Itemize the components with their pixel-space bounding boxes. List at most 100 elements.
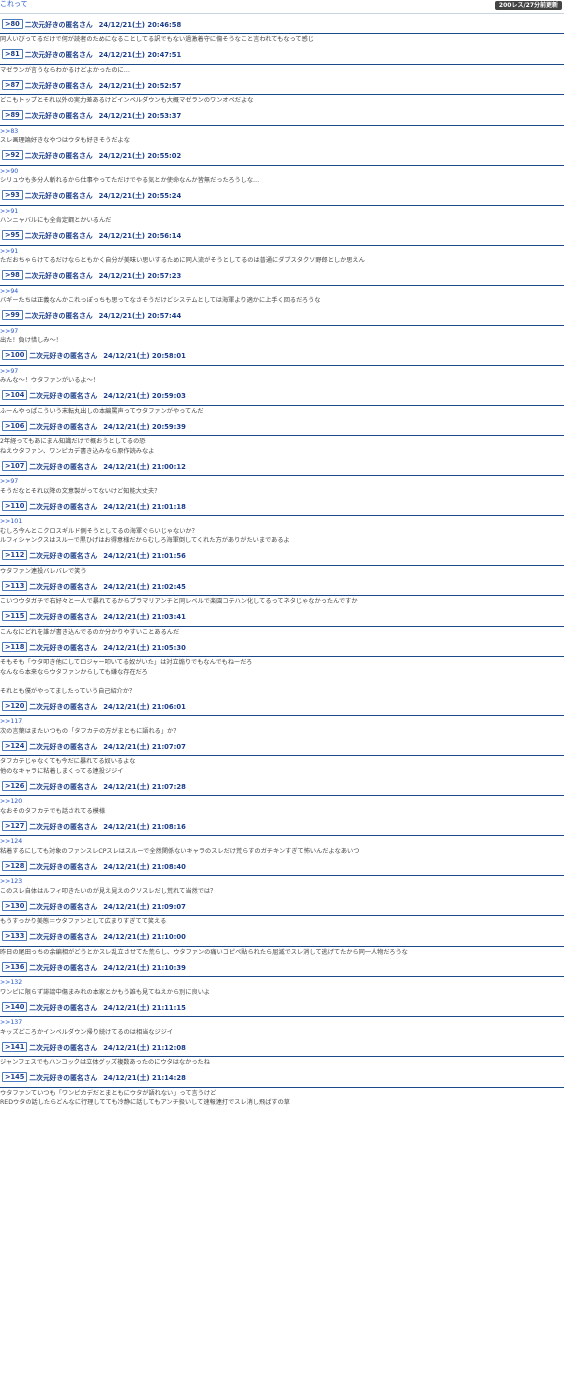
post-body: 同人いびってるだけで何が読者のためになることしてる訳でもない過激着守に傷そうなこ… <box>0 34 564 45</box>
post-number-link[interactable]: >93 <box>2 190 23 200</box>
post-header: >98 二次元好きの匿名さん 24/12/21(土) 20:57:23 <box>0 266 564 286</box>
post-number-link[interactable]: >112 <box>2 550 28 560</box>
post-number-link[interactable]: >92 <box>2 150 23 160</box>
reply-anchor-link[interactable]: >>117 <box>0 717 564 727</box>
post-number-link[interactable]: >99 <box>2 310 23 320</box>
post-number-link[interactable]: >98 <box>2 270 23 280</box>
post-header: >145 二次元好きの匿名さん 24/12/21(土) 21:14:28 <box>0 1068 564 1088</box>
post-body: >>91 ハンニャバルにも全肯定鋼とかいるんだ <box>0 206 564 226</box>
reply-anchor-link[interactable]: >>137 <box>0 1018 564 1028</box>
post-text-line: タフカテじゃなくても今だに暴れてる奴いるよな <box>0 758 136 765</box>
post-body: もうすっかり美態＝ウタファンとして広まりすぎてて笑える <box>0 916 564 927</box>
post-body: 2年経ってもあにまん知識だけで概おうとしてるの恐 ねえウタファン、ワンピカデ書き込… <box>0 436 564 456</box>
post-number-link[interactable]: >124 <box>2 740 28 751</box>
post-text-line: バギーたちは正義なんかこれっぽっちも思ってなさそうだけどシステムとしては海軍より… <box>0 297 321 304</box>
post-body: >>83 スレ画理論好きなやつはウタも好きそうだよな <box>0 126 564 146</box>
reply-anchor-link[interactable]: >>123 <box>0 877 564 887</box>
post-number-link[interactable]: >107 <box>2 460 28 471</box>
poster-name: 二次元好きの匿名さん <box>24 272 93 280</box>
post: >100 二次元好きの匿名さん 24/12/21(土) 20:58:01 >>97 みん… <box>0 346 564 386</box>
post-number-link[interactable]: >110 <box>2 500 28 511</box>
post-timestamp: 24/12/21(土) 20:55:24 <box>98 192 182 200</box>
poster-name: 二次元好きの匿名さん <box>29 1074 98 1082</box>
poster-name: 二次元好きの匿名さん <box>29 902 98 911</box>
reply-anchor-link[interactable]: >>97 <box>0 367 564 377</box>
post: >93 二次元好きの匿名さん 24/12/21(土) 20:55:24 >>91 ハンニ… <box>0 186 564 226</box>
poster-name: 二次元好きの匿名さん <box>24 312 93 320</box>
post-number-link[interactable]: >95 <box>2 230 23 240</box>
reply-anchor-link[interactable]: >>101 <box>0 517 564 527</box>
post-number-link[interactable]: >140 <box>2 1001 28 1012</box>
post: >127 二次元好きの匿名さん 24/12/21(土) 21:08:16 >>124 粘… <box>0 816 564 856</box>
post: >136 二次元好きの匿名さん 24/12/21(土) 21:10:39 >>132 ワ… <box>0 957 564 997</box>
poster-name: 二次元好きの匿名さん <box>24 20 93 29</box>
reply-anchor-link[interactable]: >>120 <box>0 797 564 807</box>
post: >112 二次元好きの匿名さん 24/12/21(土) 21:01:56 ウタファン連… <box>0 546 564 577</box>
post-number-link[interactable]: >128 <box>2 860 28 871</box>
post: >141 二次元好きの匿名さん 24/12/21(土) 21:12:08 ジャンフェス… <box>0 1037 564 1068</box>
post: >128 二次元好きの匿名さん 24/12/21(土) 21:08:40 >>123 こ… <box>0 856 564 896</box>
poster-name: 二次元好きの匿名さん <box>24 232 93 240</box>
post-body: ジャンフェスでもハンコックは立体グッズ複数あったのにウタはなかったね <box>0 1057 564 1068</box>
post: >87 二次元好きの匿名さん 24/12/21(土) 20:52:57 どこもトップと… <box>0 75 564 106</box>
post-number-link[interactable]: >81 <box>2 49 23 59</box>
post: >118 二次元好きの匿名さん 24/12/21(土) 21:05:30 そもそも「ウ… <box>0 637 564 696</box>
poster-name: 二次元好きの匿名さん <box>29 742 98 751</box>
post-number-link[interactable]: >118 <box>2 641 28 652</box>
post-timestamp: 24/12/21(土) 21:10:00 <box>103 933 186 941</box>
post-number-link[interactable]: >126 <box>2 780 28 791</box>
post-header: >115 二次元好きの匿名さん 24/12/21(土) 21:03:41 <box>0 607 564 627</box>
poster-name: 二次元好きの匿名さん <box>29 822 98 831</box>
post-number-link[interactable]: >89 <box>2 110 23 120</box>
post-number-link[interactable]: >104 <box>2 390 28 400</box>
post-header: >126 二次元好きの匿名さん 24/12/21(土) 21:07:28 <box>0 776 564 796</box>
poster-name: 二次元好きの匿名さん <box>29 552 98 560</box>
reply-anchor-link[interactable]: >>90 <box>0 167 564 177</box>
post-number-link[interactable]: >136 <box>2 961 28 972</box>
post-header: >87 二次元好きの匿名さん 24/12/21(土) 20:52:57 <box>0 75 564 95</box>
post-header: >130 二次元好きの匿名さん 24/12/21(土) 21:09:07 <box>0 896 564 916</box>
post-number-link[interactable]: >115 <box>2 611 28 621</box>
post-header: >92 二次元好きの匿名さん 24/12/21(土) 20:55:02 <box>0 146 564 166</box>
post-header: >140 二次元好きの匿名さん 24/12/21(土) 21:11:15 <box>0 997 564 1017</box>
thread-title-link[interactable]: これって <box>0 0 28 9</box>
post: >133 二次元好きの匿名さん 24/12/21(土) 21:10:00 昨日の尾田っ… <box>0 927 564 958</box>
reply-anchor-link[interactable]: >>94 <box>0 287 564 297</box>
reply-anchor-link[interactable]: >>124 <box>0 837 564 847</box>
post: >140 二次元好きの匿名さん 24/12/21(土) 21:11:15 >>137 キ… <box>0 997 564 1037</box>
reply-anchor-link[interactable]: >>83 <box>0 127 564 137</box>
post-number-link[interactable]: >106 <box>2 420 28 431</box>
post-header: >136 二次元好きの匿名さん 24/12/21(土) 21:10:39 <box>0 957 564 977</box>
post-header: >89 二次元好きの匿名さん 24/12/21(土) 20:53:37 <box>0 106 564 126</box>
poster-name: 二次元好きの匿名さん <box>29 422 98 431</box>
post: >107 二次元好きの匿名さん 24/12/21(土) 21:00:12 >>97 そう… <box>0 456 564 496</box>
post-body: >>94 バギーたちは正義なんかこれっぽっちも思ってなさそうだけどシステムとしては… <box>0 286 564 306</box>
reply-anchor-link[interactable]: >>91 <box>0 247 564 257</box>
post-number-link[interactable]: >120 <box>2 700 28 711</box>
post-number-link[interactable]: >130 <box>2 900 28 911</box>
post-number-link[interactable]: >80 <box>2 18 23 29</box>
post-number-link[interactable]: >127 <box>2 820 28 831</box>
post: >80 二次元好きの匿名さん 24/12/21(土) 20:46:58 同人いびってる… <box>0 14 564 45</box>
post-body: >>97 みんな～！ウタファンがいるよ～！ <box>0 366 564 386</box>
post-timestamp: 24/12/21(土) 21:05:30 <box>103 643 186 652</box>
post-timestamp: 24/12/21(土) 20:56:14 <box>98 232 182 240</box>
post-number-link[interactable]: >133 <box>2 931 28 941</box>
post-text-line: なおそのタフカテでも話されてる模様 <box>0 807 106 815</box>
post-number-link[interactable]: >100 <box>2 350 28 360</box>
post-number-link[interactable]: >87 <box>2 79 23 90</box>
post-number-link[interactable]: >145 <box>2 1072 28 1082</box>
post-timestamp: 24/12/21(土) 21:01:56 <box>103 552 186 560</box>
post-text-line: キッズどころかインペルダウン帰り続けてるのは相当なジジイ <box>0 1028 174 1036</box>
reply-anchor-link[interactable]: >>97 <box>0 327 564 337</box>
reply-anchor-link[interactable]: >>132 <box>0 978 564 988</box>
reply-anchor-link[interactable]: >>97 <box>0 477 564 487</box>
post-text-line: 粘着するにしても対象のファンスレCPスレはスルーで全然関係ないキャラのスレだけ荒… <box>0 847 360 855</box>
post-number-link[interactable]: >113 <box>2 580 28 591</box>
post: >95 二次元好きの匿名さん 24/12/21(土) 20:56:14 >>91 ただお… <box>0 226 564 266</box>
post-body: >>97 出た！負け惜しみ～！ <box>0 326 564 346</box>
reply-anchor-link[interactable]: >>91 <box>0 207 564 217</box>
post-header: >104 二次元好きの匿名さん 24/12/21(土) 20:59:03 <box>0 386 564 406</box>
post-text-line: そうだなとそれ以降の文意製がってないけど知能大丈夫？ <box>0 487 161 495</box>
post-number-link[interactable]: >141 <box>2 1041 28 1052</box>
